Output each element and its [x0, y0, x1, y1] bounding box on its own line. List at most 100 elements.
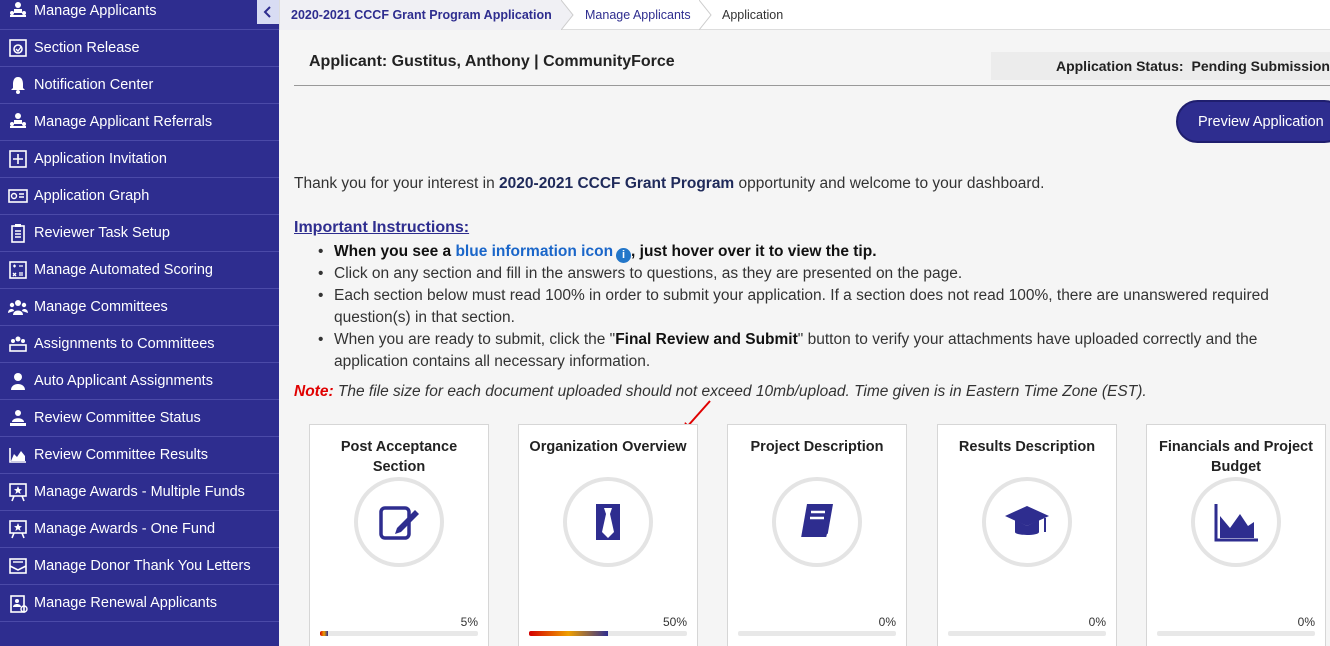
status-label: Application Status: — [1055, 58, 1184, 74]
clipboard-icon — [8, 223, 28, 243]
sidebar-item-notification-center[interactable]: Notification Center — [0, 67, 279, 104]
user-icon — [8, 371, 28, 391]
award-star-icon — [8, 482, 28, 502]
sidebar-item-label: Manage Automated Scoring — [34, 262, 213, 278]
breadcrumb-program[interactable]: 2020-2021 CCCF Grant Program Application — [279, 0, 561, 30]
progress-bar — [320, 631, 478, 636]
tie-icon — [596, 504, 620, 540]
bell-icon — [8, 75, 28, 95]
sidebar-item-manage-awards-one-fund[interactable]: Manage Awards - One Fund — [0, 511, 279, 548]
card-title: Post Acceptance Section — [340, 439, 458, 475]
intro-text: Thank you for your interest in 2020-2021… — [294, 175, 1045, 192]
list-item: Click on any section and fill in the ans… — [314, 263, 1324, 285]
award-star-icon — [8, 519, 28, 539]
section-card-financials-budget[interactable]: Financials and Project Budget 0% — [1146, 424, 1326, 646]
sidebar-item-manage-automated-scoring[interactable]: Manage Automated Scoring — [0, 252, 279, 289]
chevron-left-icon — [263, 6, 271, 18]
sidebar-item-application-invitation[interactable]: Application Invitation — [0, 141, 279, 178]
applicant-title: Applicant: Gustitus, Anthony | Community… — [309, 53, 675, 70]
instructions-list: When you see a blue information iconi, j… — [314, 241, 1324, 373]
sidebar-item-section-release[interactable]: Section Release — [0, 30, 279, 67]
people-tree-icon — [8, 112, 28, 132]
status-value: Pending Submission — [1191, 58, 1330, 74]
sidebar-item-auto-applicant-assignments[interactable]: Auto Applicant Assignments — [0, 363, 279, 400]
progress-bar — [738, 631, 896, 636]
card-percent: 0% — [1088, 615, 1106, 629]
sidebar-item-manage-donor-thank-you-letters[interactable]: Manage Donor Thank You Letters — [0, 548, 279, 585]
committee-assign-icon — [8, 334, 28, 354]
progress-fill — [529, 631, 608, 636]
sidebar-item-label: Manage Renewal Applicants — [34, 595, 217, 611]
card-title: Project Description — [750, 439, 884, 455]
section-release-icon — [8, 38, 28, 58]
sidebar-item-reviewer-task-setup[interactable]: Reviewer Task Setup — [0, 215, 279, 252]
sidebar-item-assignments-to-committees[interactable]: Assignments to Committees — [0, 326, 279, 363]
sidebar-item-manage-applicant-referrals[interactable]: Manage Applicant Referrals — [0, 104, 279, 141]
sidebar-item-label: Manage Applicant Referrals — [34, 114, 213, 130]
area-chart-icon — [1214, 504, 1258, 542]
scoring-icon — [8, 260, 28, 280]
plus-box-icon — [8, 149, 28, 169]
graph-card-icon — [8, 186, 28, 206]
sidebar-item-label: Application Graph — [34, 188, 150, 204]
progress-bar — [529, 631, 687, 636]
sidebar-item-manage-applicants[interactable]: Manage Applicants — [0, 0, 279, 30]
sidebar-item-label: Manage Donor Thank You Letters — [34, 558, 251, 574]
instructions-heading: Important Instructions: — [294, 219, 470, 236]
sidebar-item-review-committee-results[interactable]: Review Committee Results — [0, 437, 279, 474]
info-icon[interactable]: i — [616, 248, 632, 263]
sidebar-item-label: Notification Center — [34, 77, 154, 93]
sidebar: Manage Applicants Section Release Notifi… — [0, 0, 279, 646]
sidebar-item-application-graph[interactable]: Application Graph — [0, 178, 279, 215]
sidebar-item-label: Manage Applicants — [34, 3, 157, 19]
preview-application-button[interactable]: Preview Application — [1176, 100, 1330, 143]
sidebar-item-label: Manage Awards - One Fund — [34, 521, 216, 537]
progress-fill — [320, 631, 328, 636]
card-percent: 0% — [1297, 615, 1315, 629]
sidebar-collapse-button[interactable] — [257, 0, 279, 24]
sidebar-item-label: Section Release — [34, 40, 140, 56]
card-title: Organization Overview — [529, 439, 687, 455]
section-card-post-acceptance[interactable]: Post Acceptance Section 5% — [309, 424, 489, 646]
breadcrumb-separator-icon — [699, 0, 712, 30]
sidebar-item-label: Reviewer Task Setup — [34, 225, 170, 241]
sidebar-item-label: Assignments to Committees — [34, 336, 215, 352]
sidebar-item-manage-renewal-applicants[interactable]: Manage Renewal Applicants — [0, 585, 279, 622]
sidebar-item-label: Manage Awards - Multiple Funds — [34, 484, 245, 500]
sidebar-item-label: Auto Applicant Assignments — [34, 373, 213, 389]
review-status-icon — [8, 408, 28, 428]
progress-bar — [1157, 631, 1315, 636]
list-item: Each section below must read 100% in ord… — [314, 285, 1324, 329]
sidebar-item-label: Review Committee Status — [34, 410, 201, 426]
card-title: Financials and Project Budget — [1159, 439, 1313, 475]
card-percent: 50% — [662, 615, 687, 629]
sidebar-item-review-committee-status[interactable]: Review Committee Status — [0, 400, 279, 437]
list-item: When you see a blue information iconi, j… — [314, 241, 1324, 263]
section-card-project-description[interactable]: Project Description 0% — [727, 424, 907, 646]
people-tree-icon — [8, 1, 28, 21]
header-divider — [294, 85, 1330, 86]
edit-icon — [379, 506, 419, 540]
section-card-results-description[interactable]: Results Description 0% — [937, 424, 1117, 646]
renewal-icon — [8, 593, 28, 613]
list-item: When you are ready to submit, click the … — [314, 329, 1324, 373]
sidebar-item-label: Application Invitation — [34, 151, 167, 167]
breadcrumb-separator-icon — [561, 0, 574, 30]
breadcrumb-manage-applicants[interactable]: Manage Applicants — [585, 0, 691, 30]
group-icon — [8, 297, 28, 317]
sidebar-item-label: Review Committee Results — [34, 447, 209, 463]
sidebar-item-manage-awards-multiple-funds[interactable]: Manage Awards - Multiple Funds — [0, 474, 279, 511]
card-title: Results Description — [958, 439, 1096, 455]
graduation-cap-icon — [1005, 506, 1049, 535]
sidebar-item-label: Manage Committees — [34, 299, 168, 315]
breadcrumb-current: Application — [722, 8, 784, 22]
area-chart-icon — [8, 445, 28, 465]
application-status: Application Status: Pending Submission — [991, 52, 1330, 80]
card-percent: 5% — [460, 615, 478, 629]
sidebar-item-manage-committees[interactable]: Manage Committees — [0, 289, 279, 326]
note-text: Note: The file size for each document up… — [294, 383, 1147, 400]
breadcrumb: 2020-2021 CCCF Grant Program Application… — [279, 0, 1330, 30]
progress-bar — [948, 631, 1106, 636]
section-card-organization-overview[interactable]: Organization Overview 50% — [518, 424, 698, 646]
letter-icon — [8, 556, 28, 576]
